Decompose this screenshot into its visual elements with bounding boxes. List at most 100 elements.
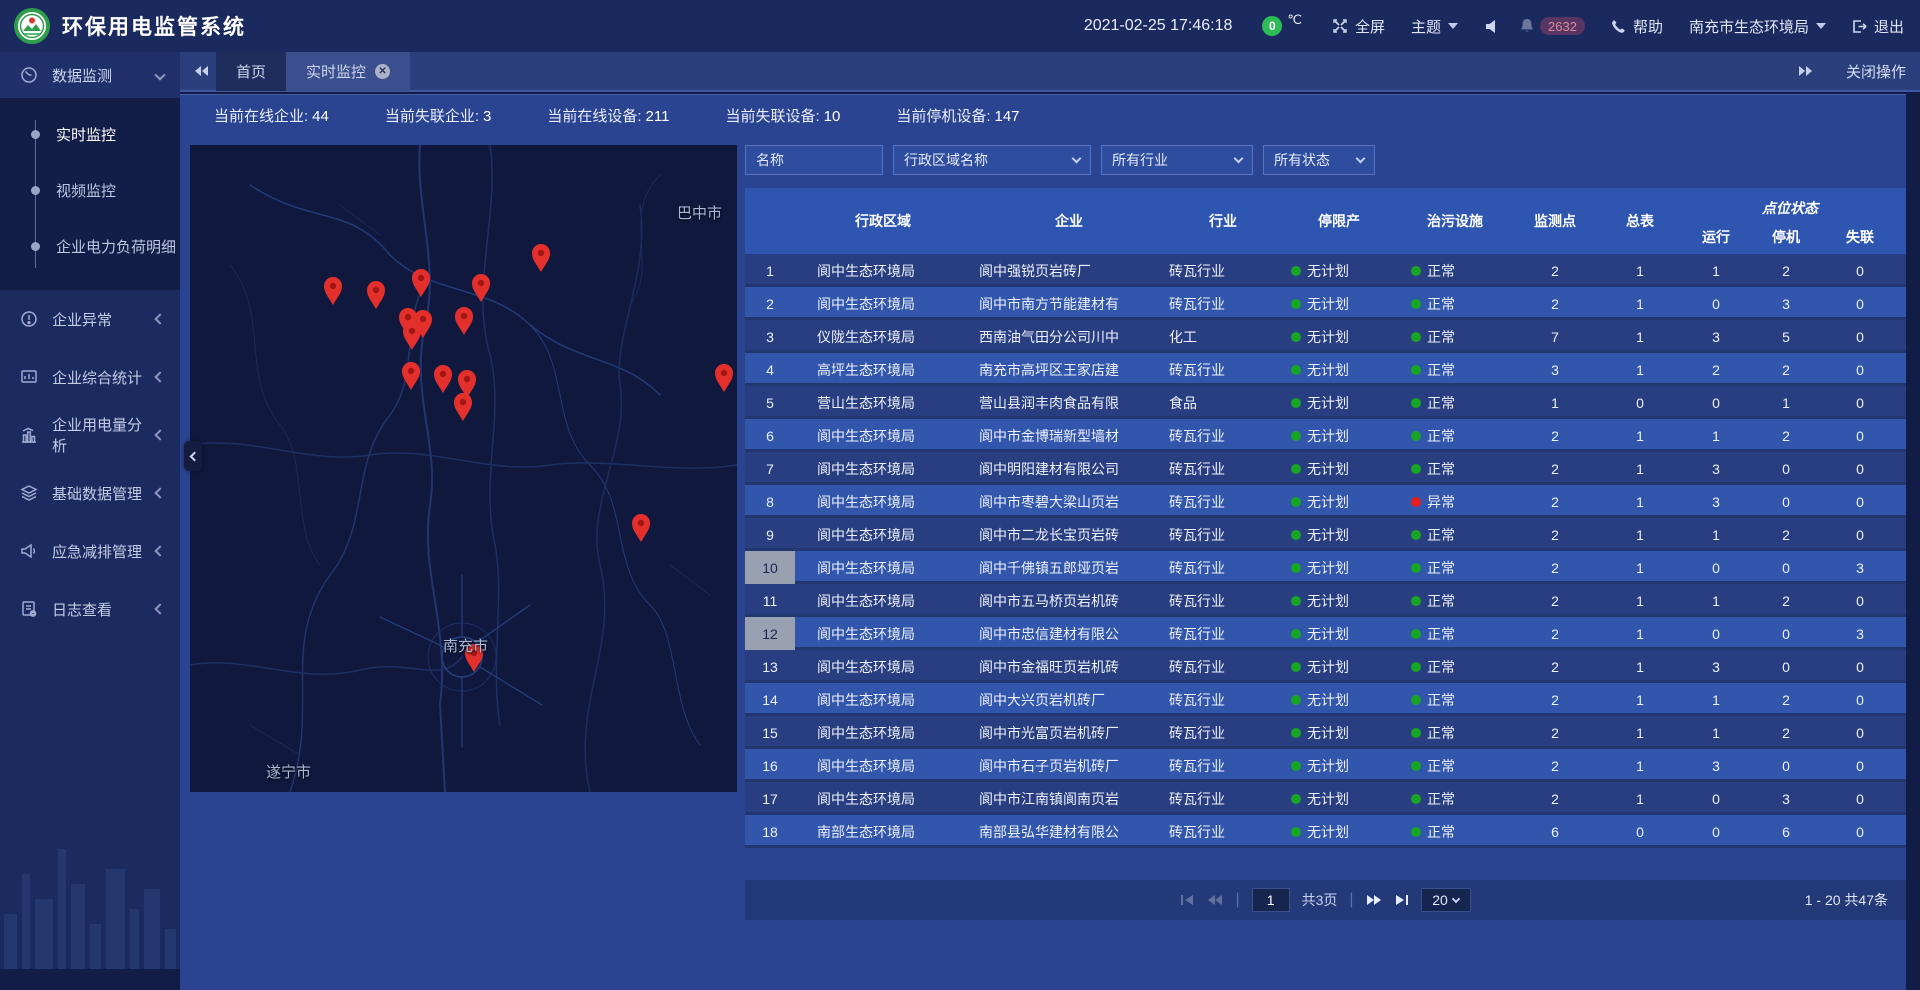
cell-run: 0: [1681, 551, 1751, 584]
table-row[interactable]: 12阆中生态环境局阆中市忠信建材有限公砖瓦行业无计划正常21003: [745, 617, 1906, 650]
last-page-button[interactable]: [1394, 894, 1409, 906]
cell-run: 0: [1681, 815, 1751, 848]
tab-home[interactable]: 首页: [216, 51, 286, 91]
cell-stop: 0: [1751, 650, 1821, 683]
status-dot-icon: [1411, 761, 1421, 771]
tabs-scroll-right-button[interactable]: [1792, 65, 1820, 77]
prev-page-button[interactable]: [1207, 894, 1223, 906]
cell-run: 1: [1681, 518, 1751, 551]
name-filter-input[interactable]: [745, 145, 883, 175]
cell-limit-status: 无计划: [1279, 650, 1399, 683]
cell-industry: 砖瓦行业: [1167, 650, 1279, 683]
page-size-select[interactable]: 20: [1421, 888, 1471, 912]
status-dot-icon: [1411, 497, 1421, 507]
table-row[interactable]: 16阆中生态环境局阆中市石子页岩机砖厂砖瓦行业无计划正常21300: [745, 749, 1906, 782]
table-row[interactable]: 2阆中生态环境局阆中市南方节能建材有砖瓦行业无计划正常21030: [745, 287, 1906, 320]
status-dot-icon: [1411, 827, 1421, 837]
cell-industry: 砖瓦行业: [1167, 617, 1279, 650]
cell-company: 阆中千佛镇五郎垭页岩: [971, 551, 1167, 584]
sidebar-section-data-monitoring[interactable]: 数据监测: [0, 52, 180, 98]
cell-meters: 1: [1599, 419, 1681, 452]
sidebar-item-power-load-detail[interactable]: 企业电力负荷明细: [0, 218, 180, 274]
table-row[interactable]: 18南部生态环境局南部县弘华建材有限公砖瓦行业无计划正常60060: [745, 815, 1906, 848]
table-row[interactable]: 6阆中生态环境局阆中市金博瑞新型墙材砖瓦行业无计划正常21120: [745, 419, 1906, 452]
cell-lost: 0: [1821, 485, 1899, 518]
close-operations-button[interactable]: 关闭操作: [1846, 61, 1906, 82]
table-row[interactable]: 1阆中生态环境局阆中强锐页岩砖厂砖瓦行业无计划正常21120: [745, 254, 1906, 287]
logout-button[interactable]: 退出: [1852, 16, 1904, 37]
page-input[interactable]: [1252, 888, 1290, 912]
region-filter-select[interactable]: 行政区域名称: [893, 145, 1091, 175]
row-number: 7: [745, 452, 795, 485]
tab-realtime-monitoring[interactable]: 实时监控 ✕: [286, 51, 410, 91]
table-row[interactable]: 8阆中生态环境局阆中市枣碧大梁山页岩砖瓦行业无计划异常21300: [745, 485, 1906, 518]
table-row[interactable]: 11阆中生态环境局阆中市五马桥页岩机砖砖瓦行业无计划正常21120: [745, 584, 1906, 617]
cell-facility-status: 正常: [1399, 650, 1511, 683]
map-city-label: 遂宁市: [266, 761, 311, 782]
table-row[interactable]: 3仪陇生态环境局西南油气田分公司川中化工无计划正常71350: [745, 320, 1906, 353]
theme-dropdown[interactable]: 主题: [1411, 16, 1458, 37]
table-row[interactable]: 15阆中生态环境局阆中市光富页岩机砖厂砖瓦行业无计划正常21120: [745, 716, 1906, 749]
status-dot-icon: [1291, 266, 1301, 276]
sidebar-section-enterprise-statistics[interactable]: 企业综合统计: [0, 348, 180, 406]
bell-icon: [1519, 18, 1535, 34]
sidebar-section-power-analysis[interactable]: 企业用电量分析: [0, 406, 180, 464]
status-dot-icon: [1291, 695, 1301, 705]
cell-industry: 砖瓦行业: [1167, 782, 1279, 815]
sidebar-section-log-view[interactable]: 日志查看: [0, 580, 180, 638]
cell-limit-status: 无计划: [1279, 683, 1399, 716]
next-page-button[interactable]: [1366, 894, 1382, 906]
pagination: | 共3页 | 20: [745, 880, 1906, 920]
col-region: 行政区域: [795, 188, 971, 254]
cell-region: 阆中生态环境局: [795, 584, 971, 617]
cell-meters: 1: [1599, 683, 1681, 716]
status-dot-icon: [1411, 596, 1421, 606]
industry-filter-select[interactable]: 所有行业: [1101, 145, 1253, 175]
tab-close-icon[interactable]: ✕: [375, 64, 390, 79]
exit-icon: [1852, 19, 1867, 34]
sidebar-section-label: 企业综合统计: [52, 367, 156, 388]
status-dot-icon: [1411, 266, 1421, 276]
cell-company: 阆中市五马桥页岩机砖: [971, 584, 1167, 617]
table-row[interactable]: 10阆中生态环境局阆中千佛镇五郎垭页岩砖瓦行业无计划正常21003: [745, 551, 1906, 584]
table-row[interactable]: 4高坪生态环境局南充市高坪区王家店建砖瓦行业无计划正常31220: [745, 353, 1906, 386]
cell-points: 2: [1511, 452, 1599, 485]
sidebar-section-enterprise-anomaly[interactable]: 企业异常: [0, 290, 180, 348]
map[interactable]: 巴中市南充市遂宁市: [190, 145, 737, 792]
chevron-down-icon: [1234, 154, 1244, 164]
cell-run: 3: [1681, 320, 1751, 353]
mute-button[interactable]: [1484, 19, 1499, 34]
cell-run: 3: [1681, 650, 1751, 683]
chevron-left-icon: [154, 429, 165, 440]
map-collapse-button[interactable]: [184, 441, 202, 471]
stat-online-enterprises: 当前在线企业:44: [214, 105, 329, 126]
stats-monitor-icon: [20, 368, 38, 386]
table-row[interactable]: 13阆中生态环境局阆中市金福旺页岩机砖砖瓦行业无计划正常21300: [745, 650, 1906, 683]
col-limit: 停限产: [1279, 188, 1399, 254]
sidebar-item-realtime-monitoring[interactable]: 实时监控: [0, 106, 180, 162]
table-row[interactable]: 5营山生态环境局营山县润丰肉食品有限食品无计划正常10010: [745, 386, 1906, 419]
table-row[interactable]: 7阆中生态环境局阆中明阳建材有限公司砖瓦行业无计划正常21300: [745, 452, 1906, 485]
status-filter-select[interactable]: 所有状态: [1263, 145, 1375, 175]
sidebar-section-emergency-reduction[interactable]: 应急减排管理: [0, 522, 180, 580]
table-row[interactable]: 14阆中生态环境局阆中大兴页岩机砖厂砖瓦行业无计划正常21120: [745, 683, 1906, 716]
sidebar-section-base-data[interactable]: 基础数据管理: [0, 464, 180, 522]
tabs-scroll-left-button[interactable]: [188, 65, 216, 77]
table-row[interactable]: 9阆中生态环境局阆中市二龙长宝页岩砖砖瓦行业无计划正常21120: [745, 518, 1906, 551]
cell-meters: 1: [1599, 485, 1681, 518]
fullscreen-button[interactable]: 全屏: [1332, 16, 1385, 37]
notification-button[interactable]: 2632: [1519, 17, 1585, 35]
first-page-button[interactable]: [1180, 894, 1195, 906]
org-dropdown[interactable]: 南充市生态环境局: [1689, 16, 1826, 37]
cell-lost: 0: [1821, 320, 1899, 353]
cell-company: 营山县润丰肉食品有限: [971, 386, 1167, 419]
col-run: 运行: [1681, 220, 1751, 254]
sidebar-item-video-monitoring[interactable]: 视频监控: [0, 162, 180, 218]
col-group-point-status: 点位状态: [1681, 188, 1899, 220]
fullscreen-label: 全屏: [1355, 16, 1385, 37]
chevron-left-icon: [190, 451, 200, 461]
cell-company: 阆中大兴页岩机砖厂: [971, 683, 1167, 716]
table-row[interactable]: 17阆中生态环境局阆中市江南镇阆南页岩砖瓦行业无计划正常21030: [745, 782, 1906, 815]
status-dot-icon: [1291, 728, 1301, 738]
help-button[interactable]: 帮助: [1611, 16, 1663, 37]
